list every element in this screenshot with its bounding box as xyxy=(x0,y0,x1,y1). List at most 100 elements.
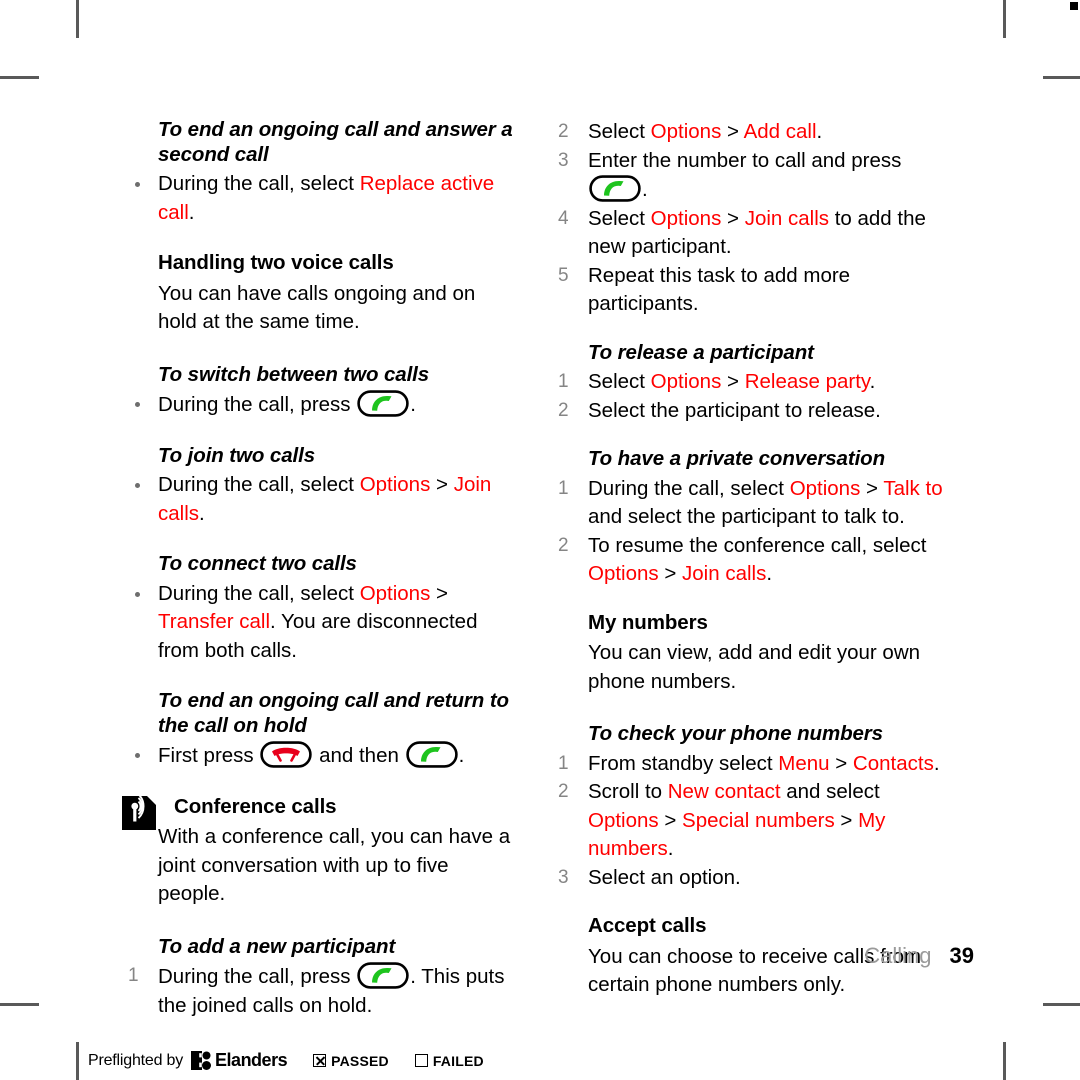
step-add-participant-2: 2 Select Options > Add call. xyxy=(558,118,948,147)
layout-spacer xyxy=(558,700,948,722)
body-text: . xyxy=(869,370,876,393)
layout-spacer xyxy=(558,589,948,611)
heading-my-numbers: My numbers xyxy=(588,610,708,634)
failed-checkbox-icon[interactable] xyxy=(414,1054,428,1067)
step-private-1: 1 During the call, select Options > Talk … xyxy=(558,475,948,532)
page-footer: Calling 39 xyxy=(864,943,974,969)
body-text: First press xyxy=(158,744,260,767)
bullet-join-calls: During the call, select Options > Join c… xyxy=(128,471,518,528)
list-number: 3 xyxy=(558,149,569,171)
step-release-1: 1 Select Options > Release party. xyxy=(558,368,948,397)
ui-term: Contacts xyxy=(852,751,934,775)
ui-term: Options xyxy=(359,473,431,496)
preflight-failed-check[interactable]: FAILED xyxy=(414,1052,484,1069)
body-text: . xyxy=(642,178,648,201)
ui-term: Add call xyxy=(743,120,817,143)
list-number: 4 xyxy=(558,207,569,229)
list-number: 1 xyxy=(558,752,569,774)
list-number: 2 xyxy=(558,399,569,421)
body-text: Select xyxy=(588,206,651,230)
body-text: Select xyxy=(588,120,651,143)
bullet-switch-press-call-key: During the call, press . xyxy=(128,390,518,420)
body-text: . xyxy=(188,200,195,224)
preflight-passed-check[interactable]: PASSED xyxy=(313,1053,389,1069)
body-text: During the call, press xyxy=(158,965,357,988)
list-number: 2 xyxy=(558,121,569,142)
heading-add-new-participant: To add a new participant xyxy=(158,934,396,958)
footer-section-label: Calling xyxy=(864,943,932,968)
step-check-numbers-1: 1 From standby select Menu > Contacts. xyxy=(558,750,948,779)
heading-end-ongoing-return-to-hold: To end an ongoing call and return to the… xyxy=(158,689,509,737)
elanders-brand-name: Elanders xyxy=(215,1050,288,1070)
step-add-participant-5: 5 Repeat this task to add more participan… xyxy=(558,262,948,319)
broadcast-note-icon xyxy=(122,793,156,830)
heading-accept-calls: Accept calls xyxy=(588,914,707,937)
heading-check-phone-numbers: To check your phone numbers xyxy=(588,722,883,745)
layout-spacer xyxy=(558,892,948,914)
body-text: > xyxy=(829,751,853,775)
body-text: > xyxy=(721,370,745,393)
body-text: . xyxy=(199,501,205,525)
heading-end-ongoing-answer-second: To end an ongoing call and answer a seco… xyxy=(158,118,513,166)
body-text: Select xyxy=(588,370,651,393)
body-text: During the call, select xyxy=(588,476,790,500)
failed-label: FAILED xyxy=(432,1052,484,1069)
end-call-key-icon xyxy=(260,741,313,768)
heading-connect-two-calls: To connect two calls xyxy=(158,552,357,575)
content-column-left: To end an ongoing call and answer a seco… xyxy=(122,118,518,1020)
ui-term: Options xyxy=(650,370,722,393)
ui-term: Join calls xyxy=(744,206,830,230)
bullet-transfer-call: During the call, select Options > Transf… xyxy=(128,580,518,666)
ui-term: Special numbers xyxy=(682,808,835,832)
step-check-numbers-3: 3 Select an option. xyxy=(558,864,948,893)
body-text: During the call, press xyxy=(158,393,357,416)
body-text: To resume the conference call, select xyxy=(588,533,927,557)
list-number: 2 xyxy=(558,781,569,802)
heading-conference-calls-wrapper: Conference calls xyxy=(122,793,518,830)
paragraph-handling-two-voice-calls: You can have calls ongoing and on hold a… xyxy=(158,281,476,334)
layout-spacer xyxy=(128,913,518,935)
footer-page-number: 39 xyxy=(949,943,974,968)
layout-spacer xyxy=(128,422,518,444)
paragraph-my-numbers: You can view, add and edit your own phon… xyxy=(588,641,921,693)
ui-term: Options xyxy=(650,206,722,230)
body-text: . xyxy=(933,751,940,775)
step-release-2: 2 Select the participant to release. xyxy=(558,397,948,426)
body-text: . xyxy=(458,744,465,767)
body-text: . xyxy=(766,562,773,585)
body-text: . xyxy=(816,120,823,143)
step-private-2: 2 To resume the conference call, select O… xyxy=(558,532,948,589)
body-text: During the call, select xyxy=(158,473,360,496)
heading-switch-between-two-calls: To switch between two calls xyxy=(158,362,430,386)
ui-term: Transfer call xyxy=(158,610,271,633)
heading-handling-two-voice-calls: Handling two voice calls xyxy=(158,251,394,274)
body-text: > xyxy=(658,808,683,832)
preflight-bar: Preflighted by Elanders PASSED FAILED xyxy=(88,1050,484,1071)
body-text: Enter the number to call and press xyxy=(588,148,902,172)
list-number: 1 xyxy=(558,477,569,499)
paragraph-conference-calls: With a conference call, you can have a j… xyxy=(158,825,511,905)
ui-term: Options xyxy=(359,581,431,605)
layout-spacer xyxy=(128,667,518,689)
call-key-icon xyxy=(589,175,641,202)
body-text: > xyxy=(721,120,744,143)
passed-checkbox-icon[interactable] xyxy=(313,1054,327,1067)
ui-term: Options xyxy=(789,476,861,500)
body-text: Select an option. xyxy=(588,865,741,889)
body-text: and then xyxy=(313,744,405,767)
ui-term: Talk to xyxy=(883,476,943,500)
body-text: > xyxy=(430,581,449,605)
body-text: > xyxy=(658,562,683,585)
body-text: . xyxy=(410,393,416,416)
elanders-logo-icon xyxy=(191,1051,212,1070)
body-text: From standby select xyxy=(588,751,779,775)
ui-term: Release party xyxy=(744,370,870,393)
heading-release-participant: To release a participant xyxy=(588,340,814,364)
step-add-participant-3: 3 Enter the number to call and press . xyxy=(558,147,948,205)
call-key-icon xyxy=(357,962,409,989)
list-number: 1 xyxy=(128,965,139,986)
step-add-participant-1: 1 During the call, press . This puts the … xyxy=(128,962,518,1020)
body-text: Repeat this task to add more participant… xyxy=(588,263,851,316)
layout-spacer xyxy=(128,773,518,795)
ui-term: Menu xyxy=(778,751,830,775)
